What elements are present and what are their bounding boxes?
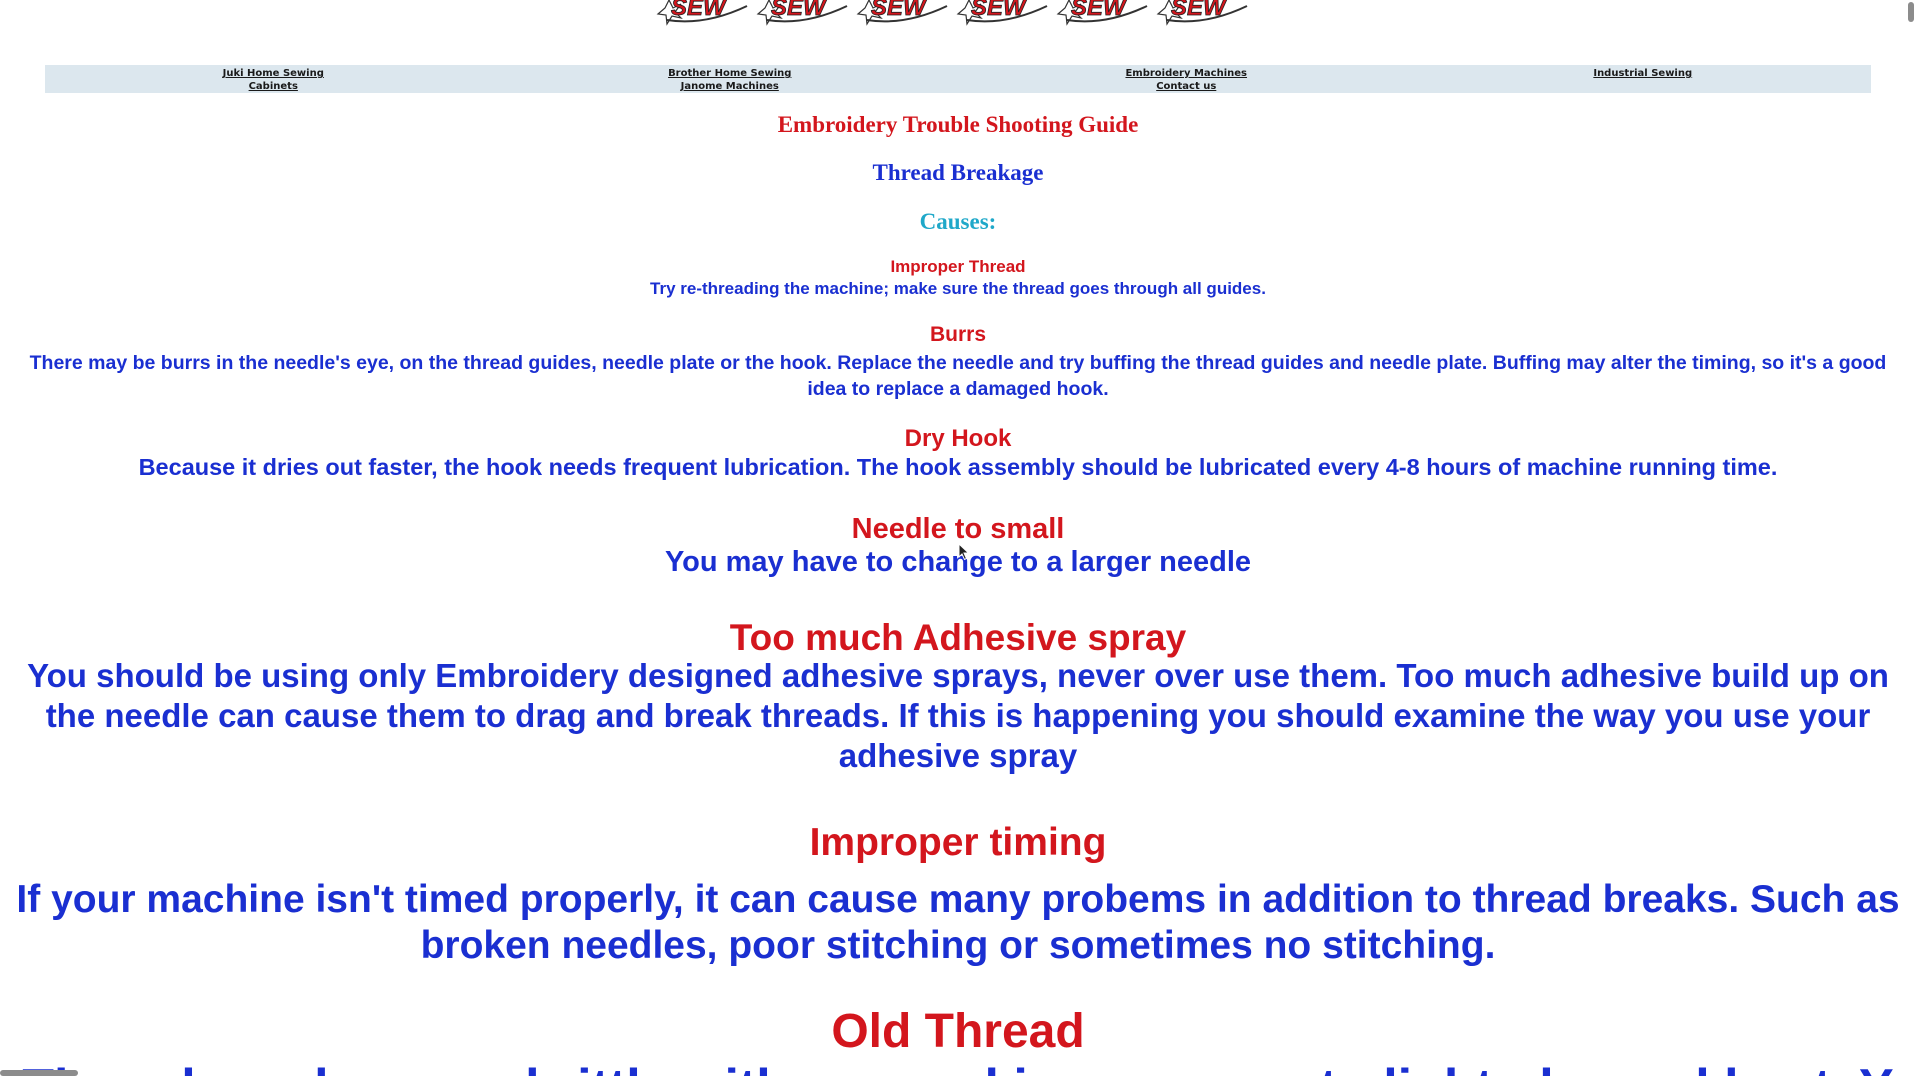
- nav-link-cabinets[interactable]: Cabinets: [249, 80, 298, 93]
- cause-text-improper-thread: Try re-threading the machine; make sure …: [650, 279, 1266, 298]
- sew-logo-text: SEW: [1071, 0, 1128, 21]
- cause-heading-adhesive-spray: Too much Adhesive spray: [729, 617, 1187, 658]
- sew-logo-graphic: SEW: [1056, 0, 1148, 26]
- cause-text-adhesive-spray: You should be using only Embroidery desi…: [27, 657, 1889, 774]
- sew-logo: SEW: [1155, 0, 1253, 26]
- sew-logo: SEW: [655, 0, 753, 26]
- nav-link-contact-us[interactable]: Contact us: [1156, 80, 1216, 93]
- nav-link-industrial-sewing[interactable]: Industrial Sewing: [1593, 67, 1692, 80]
- sew-logo-graphic: SEW: [956, 0, 1048, 26]
- sew-logo-text: SEW: [1171, 0, 1228, 21]
- page-title: Embroidery Trouble Shooting Guide: [777, 112, 1139, 137]
- sew-logo: SEW: [755, 0, 853, 26]
- sew-logo-text: SEW: [971, 0, 1028, 21]
- nav-column-1: Juki Home Sewing Cabinets: [45, 65, 502, 93]
- sew-logo-text: SEW: [871, 0, 928, 21]
- cause-text-old-thread: Thread can become brittle with age and i…: [0, 1058, 1916, 1076]
- nav-link-juki-home-sewing[interactable]: Juki Home Sewing: [223, 67, 324, 80]
- web-page: SEW SEW SEW SEW SEW SEW Juki Home Sewing Cabi…: [0, 0, 1916, 1076]
- cause-heading-dry-hook: Dry Hook: [904, 425, 1012, 452]
- sew-logo-graphic: SEW: [856, 0, 948, 26]
- nav-link-brother-home-sewing[interactable]: Brother Home Sewing: [668, 67, 791, 80]
- nav-link-embroidery-machines[interactable]: Embroidery Machines: [1125, 67, 1247, 80]
- sew-logo: SEW: [1055, 0, 1153, 26]
- cause-heading-burrs: Burrs: [929, 323, 987, 346]
- sew-logo-strip: SEW SEW SEW SEW SEW SEW: [655, 0, 1253, 26]
- cause-text-burrs: There may be burrs in the needle's eye, …: [29, 352, 1887, 400]
- page-subtitle: Thread Breakage: [872, 160, 1044, 185]
- sew-logo-graphic: SEW: [1156, 0, 1248, 26]
- sew-logo-graphic: SEW: [756, 0, 848, 26]
- nav-column-4: Industrial Sewing: [1415, 65, 1872, 93]
- causes-label: Causes:: [919, 209, 997, 234]
- cause-heading-needle-to-small: Needle to small: [851, 513, 1065, 545]
- nav-bar: Juki Home Sewing Cabinets Brother Home S…: [45, 65, 1871, 93]
- sew-logo-graphic: SEW: [656, 0, 748, 26]
- horizontal-scrollbar-thumb[interactable]: [0, 1070, 78, 1076]
- nav-column-2: Brother Home Sewing Janome Machines: [502, 65, 959, 93]
- vertical-scrollbar-thumb[interactable]: [1908, 2, 1914, 22]
- cause-heading-improper-timing: Improper timing: [809, 821, 1107, 864]
- sew-logo-text: SEW: [771, 0, 828, 21]
- sew-logo-text: SEW: [671, 0, 728, 21]
- sew-logo: SEW: [955, 0, 1053, 26]
- nav-column-3: Embroidery Machines Contact us: [958, 65, 1415, 93]
- cause-heading-improper-thread: Improper Thread: [890, 257, 1026, 276]
- cause-text-dry-hook: Because it dries out faster, the hook ne…: [138, 454, 1778, 480]
- cause-text-improper-timing: If your machine isn't timed properly, it…: [16, 878, 1900, 967]
- cause-heading-old-thread: Old Thread: [831, 1005, 1085, 1058]
- mouse-cursor-icon: [958, 543, 970, 561]
- sew-logo: SEW: [855, 0, 953, 26]
- nav-link-janome-machines[interactable]: Janome Machines: [681, 80, 779, 93]
